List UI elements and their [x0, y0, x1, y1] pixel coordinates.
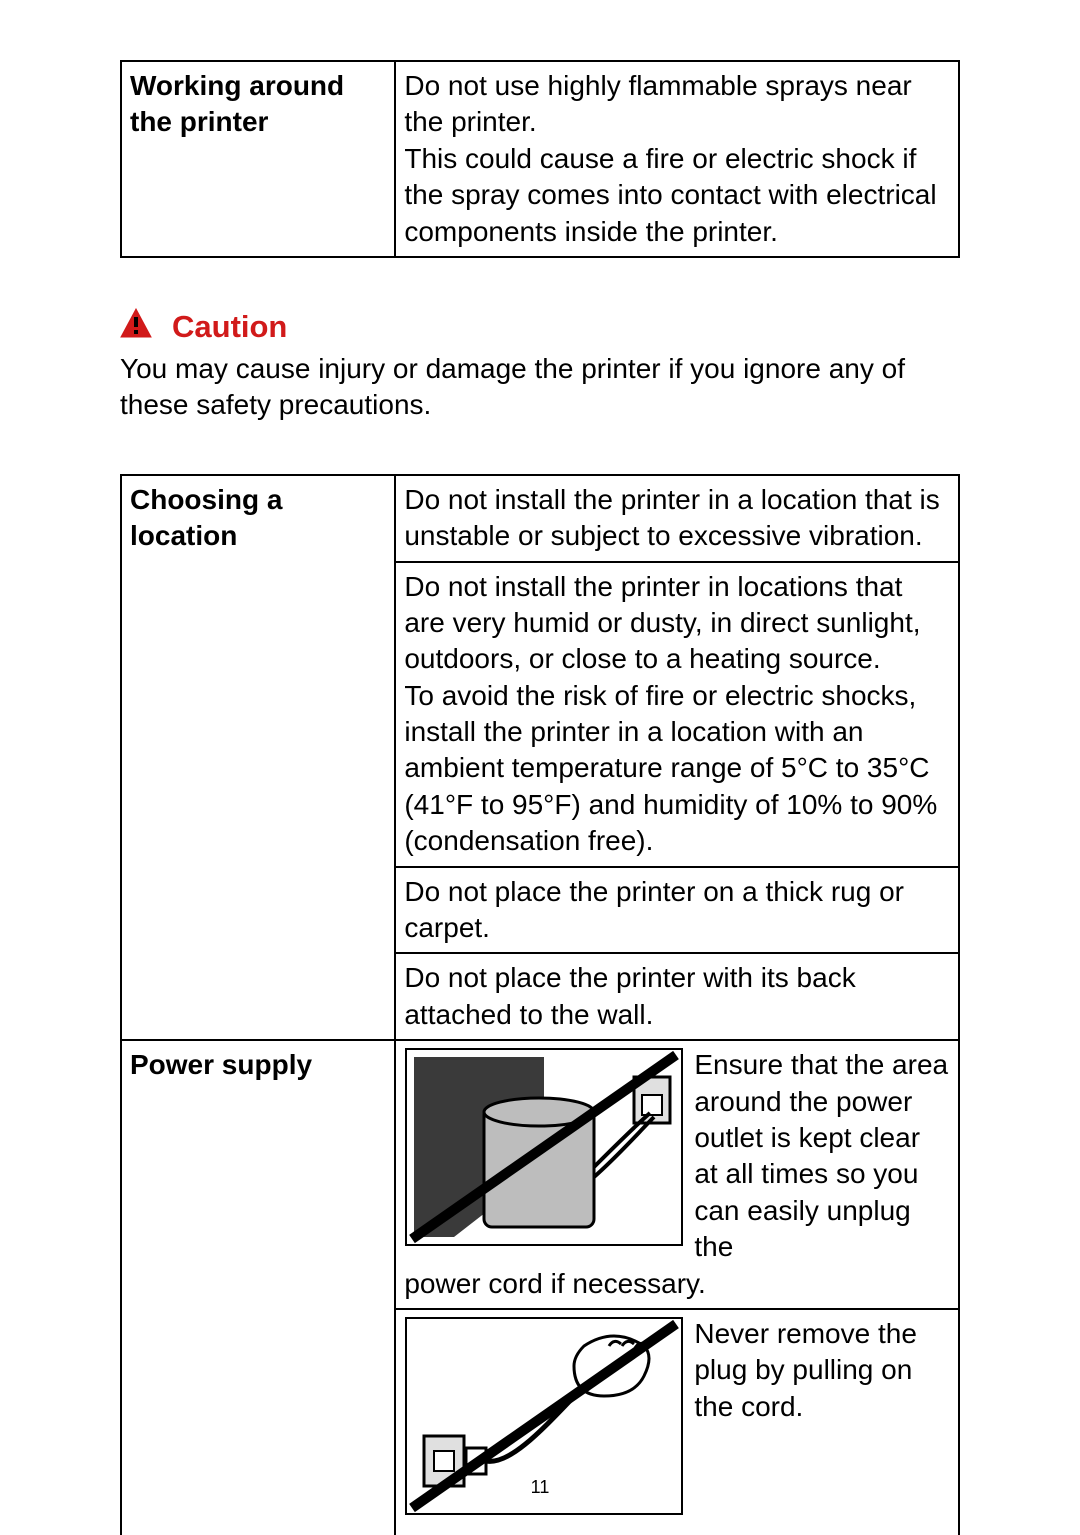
row-heading: Choosing a location [121, 475, 395, 1040]
row-body: Never remove the plug by pulling on the … [395, 1309, 959, 1535]
body-text-right: Never remove the plug by pulling on the … [694, 1318, 917, 1422]
caution-title: Caution [172, 309, 287, 345]
heading-text: Working around the printer [130, 70, 344, 137]
printer-cord-blocked-icon [404, 1047, 684, 1256]
table-row: Power supply [121, 1040, 959, 1309]
body-text: Do not use highly flammable sprays near … [404, 70, 936, 247]
table-row: Choosing a location Do not install the p… [121, 475, 959, 562]
heading-text: Power supply [130, 1049, 312, 1080]
caution-section: Caution You may cause injury or damage t… [120, 308, 960, 424]
row-heading: Power supply [121, 1040, 395, 1535]
body-text: Do not place the printer on a thick rug … [404, 876, 904, 943]
warning-triangle-icon [120, 308, 152, 343]
body-text: Do not place the printer with its back a… [404, 962, 855, 1029]
page-number: 11 [0, 1477, 1080, 1498]
row-heading: Working around the printer [121, 61, 395, 257]
body-text-bottom: power cord if necessary. [404, 1268, 705, 1299]
row-body: Do not place the printer with its back a… [395, 953, 959, 1040]
body-text: Do not install the printer in locations … [404, 571, 937, 857]
heading-text: Choosing a location [130, 484, 282, 551]
caution-header: Caution [120, 308, 960, 347]
row-body: Do not install the printer in locations … [395, 562, 959, 867]
row-body: Do not place the printer on a thick rug … [395, 867, 959, 954]
row-body: Do not install the printer in a location… [395, 475, 959, 562]
table-row: Working around the printer Do not use hi… [121, 61, 959, 257]
caution-body: You may cause injury or damage the print… [120, 351, 960, 424]
body-text: Do not install the printer in a location… [404, 484, 939, 551]
body-text-right: Ensure that the area around the power ou… [694, 1049, 948, 1262]
top-safety-table: Working around the printer Do not use hi… [120, 60, 960, 258]
row-body: Ensure that the area around the power ou… [395, 1040, 959, 1309]
caution-table: Choosing a location Do not install the p… [120, 474, 960, 1535]
document-page: Working around the printer Do not use hi… [0, 0, 1080, 1528]
row-body: Do not use highly flammable sprays near … [395, 61, 959, 257]
